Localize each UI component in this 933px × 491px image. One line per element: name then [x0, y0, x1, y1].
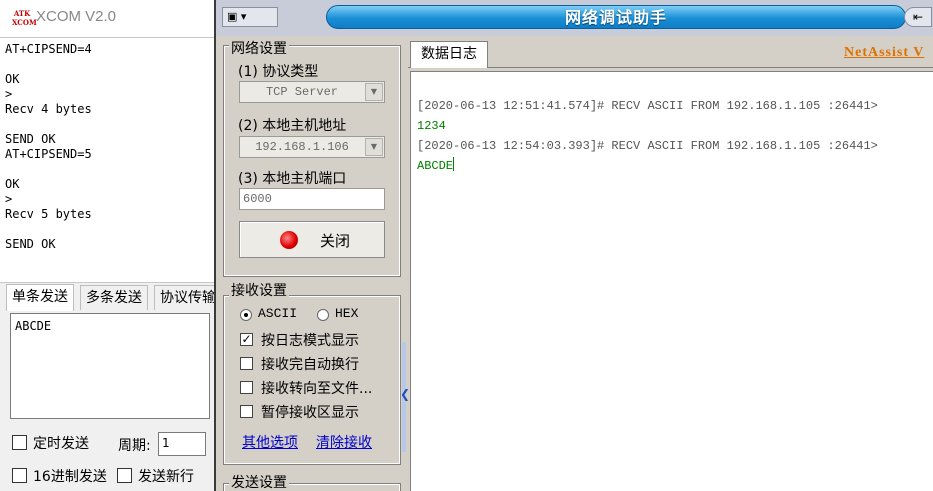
auto-wrap-checkbox[interactable] [240, 357, 253, 370]
log-entry-data: 1234 [417, 119, 446, 133]
receive-line: OK [5, 177, 20, 191]
title-capsule: 网络调试助手 [326, 5, 906, 29]
netassist-window: ▣ ▾ 网络调试助手 ⇤ 网络设置 (1) 协议类型 TCP Server ▼ … [214, 0, 933, 491]
red-led-icon [280, 231, 298, 249]
log-entry-header: [2020-06-13 12:51:41.574]# RECV ASCII FR… [417, 99, 878, 113]
protocol-type-label: (1) 协议类型 [238, 64, 319, 80]
settings-panel: 网络设置 (1) 协议类型 TCP Server ▼ (2) 本地主机地址 19… [216, 36, 410, 491]
receive-line: AT+CIPSEND=4 [5, 42, 92, 56]
receive-line: Recv 5 bytes [5, 207, 92, 221]
system-menu-button[interactable]: ▣ ▾ [222, 7, 278, 27]
auto-wrap-label: 接收完自动换行 [261, 357, 359, 373]
panel-splitter[interactable]: ❮ [400, 342, 410, 452]
timed-send-label: 定时发送 [33, 436, 89, 452]
close-connection-button[interactable]: 关闭 [239, 221, 385, 258]
window-icon: ▣ [227, 10, 238, 23]
local-port-label: (3) 本地主机端口 [238, 171, 347, 187]
receive-line: > [5, 192, 13, 206]
local-port-input[interactable]: 6000 [239, 188, 385, 210]
period-input[interactable]: 1 [158, 432, 206, 456]
network-settings-title: 网络设置 [229, 38, 289, 58]
receive-line [5, 162, 209, 177]
collapse-left-icon[interactable]: ❮ [400, 387, 410, 401]
recv-to-file-label: 接收转向至文件... [261, 381, 373, 397]
hex-label: HEX [335, 306, 359, 321]
xcom-window-title: XCOM V2.0 [36, 8, 117, 25]
hex-send-label: 16进制发送 [33, 469, 107, 485]
chevron-down-icon[interactable]: ▼ [365, 138, 383, 156]
xcom-send-input[interactable]: ABCDE [10, 313, 210, 419]
receive-line: > [5, 87, 13, 101]
log-entry-data: ABCDE [417, 157, 455, 173]
xcom-window: ATK XCOM XCOM V2.0 AT+CIPSEND=4 OK > Recv 4… [0, 0, 214, 491]
pause-display-checkbox[interactable] [240, 405, 253, 418]
text-caret [453, 157, 455, 171]
receive-line: SEND OK [5, 237, 56, 251]
log-mode-label: 按日志模式显示 [261, 333, 359, 349]
send-newline-checkbox[interactable] [117, 468, 132, 483]
timed-send-checkbox[interactable] [12, 435, 27, 450]
netassist-brand-link[interactable]: NetAssist V [844, 45, 924, 61]
receive-line: OK [5, 72, 20, 86]
xcom-send-tabs: 单条发送 多条发送 协议传输 [0, 284, 214, 311]
hex-send-checkbox[interactable] [12, 468, 27, 483]
protocol-type-select[interactable]: TCP Server ▼ [239, 81, 385, 103]
close-button-label: 关闭 [320, 232, 351, 250]
pause-display-label: 暂停接收区显示 [261, 405, 359, 421]
local-address-label: (2) 本地主机地址 [238, 118, 347, 134]
receive-line: SEND OK [5, 132, 56, 146]
local-address-select[interactable]: 192.168.1.106 ▼ [239, 136, 385, 158]
pin-icon[interactable]: ⇤ [904, 7, 932, 27]
atk-logo-icon: ATK XCOM [12, 9, 37, 27]
send-settings-title: 发送设置 [229, 472, 289, 491]
data-log-panel: 数据日志 NetAssist V [2020-06-13 12:51:41.57… [408, 36, 933, 491]
receive-line [5, 222, 209, 237]
log-entry-header: [2020-06-13 12:54:03.393]# RECV ASCII FR… [417, 139, 878, 153]
xcom-titlebar: ATK XCOM XCOM V2.0 [0, 0, 214, 37]
local-address-value: 192.168.1.106 [255, 140, 349, 154]
receive-line: AT+CIPSEND=5 [5, 147, 92, 161]
chevron-down-icon[interactable]: ▼ [365, 83, 383, 101]
log-mode-checkbox[interactable]: ✓ [240, 333, 253, 346]
period-label: 周期: [118, 438, 151, 454]
recv-to-file-checkbox[interactable] [240, 381, 253, 394]
more-options-link[interactable]: 其他选项 [242, 432, 298, 452]
clear-receive-link[interactable]: 清除接收 [316, 432, 372, 452]
receive-line: Recv 4 bytes [5, 102, 92, 116]
ascii-label: ASCII [258, 306, 298, 321]
receive-line [5, 57, 209, 72]
protocol-type-value: TCP Server [265, 85, 338, 99]
netassist-window-title: 网络调试助手 [564, 8, 667, 27]
tab-data-log[interactable]: 数据日志 [410, 41, 488, 68]
tab-protocol-transfer[interactable]: 协议传输 [154, 285, 214, 310]
data-log-area[interactable]: [2020-06-13 12:51:41.574]# RECV ASCII FR… [410, 71, 933, 491]
netassist-titlebar: ▣ ▾ 网络调试助手 ⇤ [216, 0, 933, 36]
tab-multi-send[interactable]: 多条发送 [80, 285, 148, 310]
send-newline-label: 发送新行 [138, 469, 194, 485]
receive-settings-title: 接收设置 [229, 280, 289, 300]
hex-radio[interactable] [317, 309, 329, 321]
tab-single-send[interactable]: 单条发送 [6, 284, 74, 311]
ascii-radio[interactable] [240, 309, 252, 321]
chevron-down-icon: ▾ [240, 10, 247, 23]
xcom-receive-area[interactable]: AT+CIPSEND=4 OK > Recv 4 bytes SEND OK AT+C… [0, 37, 214, 283]
receive-line [5, 117, 209, 132]
